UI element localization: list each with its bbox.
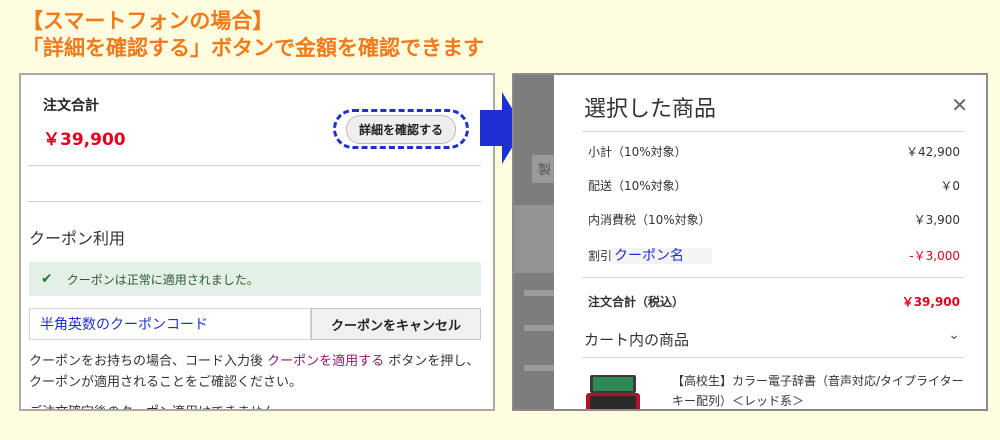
row-label: 内消費税（10%対象） <box>588 212 711 227</box>
row-label: 小計（10%対象） <box>588 144 687 159</box>
row-value: ￥39,900 <box>901 294 960 309</box>
view-details-button[interactable]: 詳細を確認する <box>345 114 456 144</box>
coupon-help-text: クーポンをお持ちの場合、コード入力後 クーポンを適用する ボタンを押し、クーポン… <box>29 351 489 393</box>
apply-coupon-link[interactable]: クーポンを適用する <box>267 354 384 369</box>
help-text-part: クーポンをお持ちの場合、コード入力後 <box>29 354 268 369</box>
divider <box>27 201 481 202</box>
check-icon: ✔ <box>41 271 53 287</box>
view-details-button-highlight[interactable]: 詳細を確認する <box>333 109 469 149</box>
order-total-amount: ￥39,900 <box>43 130 126 150</box>
divider <box>27 165 481 166</box>
divider <box>582 357 964 358</box>
background-block <box>514 205 554 273</box>
product-image <box>586 375 640 409</box>
row-value: ￥3,900 <box>913 212 960 227</box>
dimmed-background: 製 <box>514 75 562 409</box>
discount-row: 割引 クーポン名 -￥3,000 <box>588 245 960 265</box>
heading-line-1: 【スマートフォンの場合】 <box>22 9 274 33</box>
smartphone-cart-panel: 注文合計 ￥39,900 詳細を確認する クーポン利用 ✔ クーポンは正常に適用… <box>19 73 495 411</box>
cancel-coupon-button[interactable]: クーポンをキャンセル <box>311 308 481 340</box>
row-label: 注文合計（税込） <box>588 294 685 309</box>
coupon-success-text: クーポンは正常に適用されました。 <box>66 272 259 287</box>
row-value: ￥0 <box>940 178 960 193</box>
coupon-success-message: ✔ クーポンは正常に適用されました。 <box>29 262 481 296</box>
background-block <box>524 290 554 296</box>
discount-value: -￥3,000 <box>909 248 960 263</box>
modal-title: 選択した商品 <box>584 97 717 122</box>
background-block <box>524 365 554 371</box>
heading-line-2: 「詳細を確認する」ボタンで金額を確認できます <box>22 36 484 60</box>
row-value: ￥42,900 <box>906 144 960 159</box>
order-total-row: 注文合計（税込） ￥39,900 <box>588 291 960 311</box>
smartphone-details-panel: 製 選択した商品 ✕ 小計（10%対象） ￥42,900 配送（10%対象） ￥… <box>512 73 988 411</box>
coupon-code-input[interactable]: 半角英数のクーポンコード <box>29 308 311 340</box>
coupon-name: クーポン名 <box>612 248 713 264</box>
divider <box>582 277 964 278</box>
selected-items-modal: 選択した商品 ✕ 小計（10%対象） ￥42,900 配送（10%対象） ￥0 … <box>554 75 986 409</box>
background-block <box>524 325 554 331</box>
subtotal-row: 小計（10%対象） ￥42,900 <box>588 141 960 161</box>
close-icon[interactable]: ✕ <box>951 93 968 117</box>
shipping-row: 配送（10%対象） ￥0 <box>588 175 960 195</box>
tax-row: 内消費税（10%対象） ￥3,900 <box>588 209 960 229</box>
order-total-label: 注文合計 <box>43 98 99 114</box>
divider <box>582 131 964 132</box>
product-name[interactable]: 【高校生】カラー電子辞書（音声対応/タイプライターキー配列）＜レッド系＞ <box>672 371 972 409</box>
row-label: 割引 <box>588 249 613 263</box>
coupon-section-title: クーポン利用 <box>29 229 126 248</box>
row-label: 配送（10%対象） <box>588 178 687 193</box>
instruction-heading: 【スマートフォンの場合】 「詳細を確認する」ボタンで金額を確認できます <box>22 8 484 62</box>
chevron-down-icon[interactable]: ⌄ <box>948 327 960 343</box>
cart-items-title[interactable]: カート内の商品 <box>584 329 689 350</box>
coupon-note: ご注文確定後のクーポン適用はできません。 <box>29 401 289 409</box>
discount-label-group: 割引 クーポン名 <box>588 245 713 265</box>
